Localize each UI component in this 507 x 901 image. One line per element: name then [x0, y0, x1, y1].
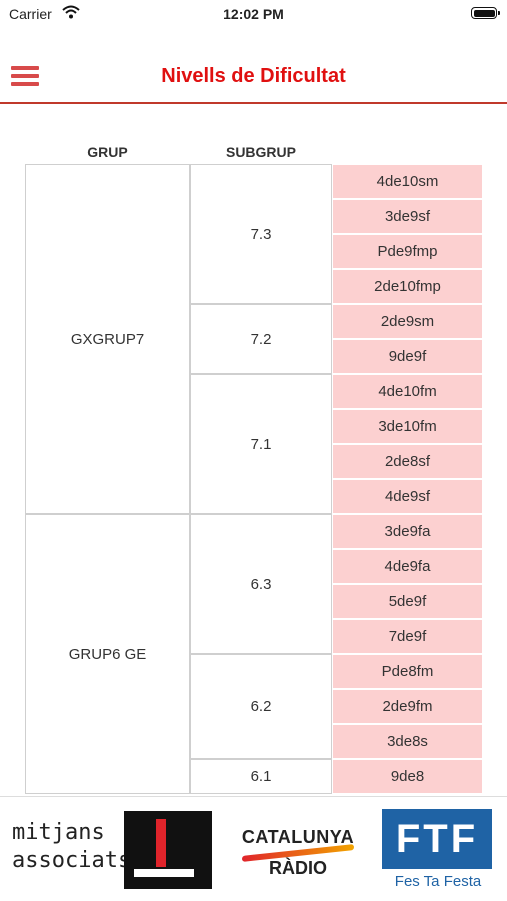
page-title: Nivells de Dificultat — [161, 65, 346, 87]
mitjans-line-1: mitjans — [12, 820, 105, 845]
level-cell[interactable]: 3de8s — [332, 724, 483, 759]
nav-bar: Nivells de Dificultat — [0, 52, 507, 102]
level-cell[interactable]: 2de10fmp — [332, 269, 483, 304]
status-bar: Carrier 12:02 PM — [0, 0, 507, 30]
level-cell[interactable]: Pde8fm — [332, 654, 483, 689]
subgroup-cell: 7.3 — [190, 164, 332, 304]
level-cell[interactable]: 4de10fm — [332, 374, 483, 409]
level-cell[interactable]: 3de9fa — [332, 514, 483, 549]
battery-icon — [471, 7, 500, 19]
level-cell[interactable]: 9de9f — [332, 339, 483, 374]
subgroup-cell: 7.2 — [190, 304, 332, 374]
level-cell[interactable]: 3de10fm — [332, 409, 483, 444]
level-cell[interactable]: 4de9sf — [332, 479, 483, 514]
subgroup-cell: 6.1 — [190, 759, 332, 794]
sponsor-footer: mitjans associats CATALUNYA RÀDIO FTF Fe… — [0, 796, 507, 901]
level-cell[interactable]: 2de9fm — [332, 689, 483, 724]
group-cell: GRUP6 GE — [25, 514, 190, 794]
level-cell[interactable]: 4de9fa — [332, 549, 483, 584]
level-cell[interactable]: 9de8 — [332, 759, 483, 794]
level-cell[interactable]: 7de9f — [332, 619, 483, 654]
subgroup-cell: 6.2 — [190, 654, 332, 759]
radio-text: RÀDIO — [269, 858, 327, 878]
ftf-logo[interactable]: FTF Fes Ta Festa — [382, 809, 494, 891]
level-cell[interactable]: 2de8sf — [332, 444, 483, 479]
level-cell[interactable]: 2de9sm — [332, 304, 483, 339]
level-cell[interactable]: 4de10sm — [332, 164, 483, 199]
column-header-subgrup: SUBGRUP — [225, 144, 296, 160]
level-cell[interactable]: 5de9f — [332, 584, 483, 619]
column-header-grup: GRUP — [87, 144, 128, 160]
subgroup-cell: 7.1 — [190, 374, 332, 514]
mitjans-associats-logo[interactable]: mitjans associats — [12, 819, 131, 875]
difficulty-table: 4de10sm 3de9sf Pde9fmp 2de10fmp 7.3 2de9sm 9de… — [25, 164, 483, 796]
subgroup-cell: 6.3 — [190, 514, 332, 654]
group-cell: GXGRUP7 — [25, 164, 190, 514]
level-cell[interactable]: Pde9fmp — [332, 234, 483, 269]
ftf-tagline: Fes Ta Festa — [394, 873, 482, 890]
sponsor-logo-black[interactable] — [124, 811, 212, 889]
ftf-mark: FTF — [382, 809, 492, 869]
catalunya-radio-logo[interactable]: CATALUNYA RÀDIO — [232, 827, 364, 879]
nav-divider — [0, 102, 507, 104]
level-cell[interactable]: 3de9sf — [332, 199, 483, 234]
mitjans-line-2: associats — [12, 848, 132, 873]
clock: 12:02 PM — [223, 6, 284, 22]
